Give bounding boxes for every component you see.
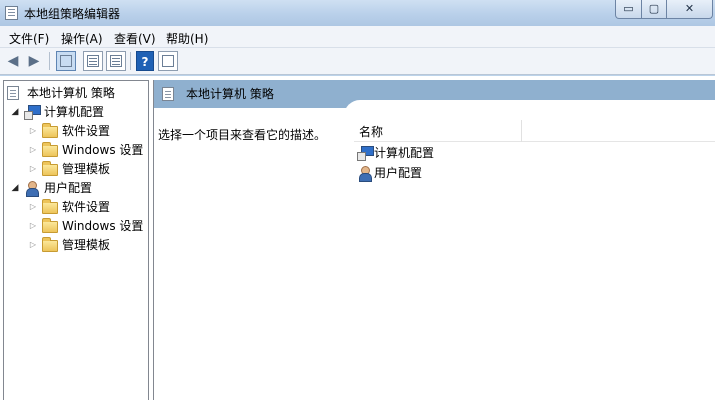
show-hide-tree-button[interactable] xyxy=(56,51,76,71)
computer-icon xyxy=(357,146,374,161)
collapsed-arrow-icon[interactable]: ▷ xyxy=(28,160,38,178)
menu-action[interactable]: 操作(A) xyxy=(61,30,103,47)
column-header-name[interactable]: 名称 xyxy=(359,123,383,140)
user-icon xyxy=(357,166,373,182)
collapsed-arrow-icon[interactable]: ▷ xyxy=(28,198,38,216)
policy-document-icon xyxy=(162,87,174,101)
toolbar: ◀ ▶ ? xyxy=(0,48,715,75)
menu-bar: 文件(F) 操作(A) 查看(V) 帮助(H) xyxy=(0,26,715,48)
maximize-button[interactable]: ▢ xyxy=(641,0,667,19)
minimize-button[interactable]: ▭ xyxy=(615,0,642,19)
column-header-bar: 名称 xyxy=(354,120,715,142)
details-header-title: 本地计算机 策略 xyxy=(186,87,274,101)
help-button[interactable]: ? xyxy=(136,51,154,71)
tree-pane-icon xyxy=(60,55,72,67)
toolbar-separator xyxy=(130,52,131,70)
computer-icon xyxy=(24,105,41,120)
folder-icon xyxy=(42,123,58,138)
console-tree: 本地计算机 策略 ◢ 计算机配置 ▷ 软件设置 ▷ Windows 设置 ▷ 管… xyxy=(3,80,149,400)
details-pane: 本地计算机 策略 选择一个项目来查看它的描述。 名称 计算机配置 用户配置 xyxy=(153,80,715,400)
main-content: 本地计算机 策略 ◢ 计算机配置 ▷ 软件设置 ▷ Windows 设置 ▷ 管… xyxy=(0,76,715,400)
export-icon xyxy=(110,55,122,67)
folder-icon xyxy=(42,237,58,252)
close-button[interactable]: ✕ xyxy=(666,0,713,19)
collapsed-arrow-icon[interactable]: ▷ xyxy=(28,217,38,235)
show-action-pane-button[interactable] xyxy=(158,51,178,71)
toolbar-separator xyxy=(49,52,50,70)
user-icon xyxy=(24,181,40,197)
menu-help[interactable]: 帮助(H) xyxy=(166,30,208,47)
column-divider[interactable] xyxy=(521,120,522,142)
back-arrow-icon[interactable]: ◀ xyxy=(4,51,22,71)
folder-icon xyxy=(42,199,58,214)
collapsed-arrow-icon[interactable]: ▷ xyxy=(28,122,38,140)
title-bar: 本地组策略编辑器 ▭ ▢ ✕ xyxy=(0,0,715,26)
folder-icon xyxy=(42,161,58,176)
list-icon xyxy=(87,55,99,67)
policy-editor-app-icon xyxy=(5,6,18,20)
collapsed-arrow-icon[interactable]: ▷ xyxy=(28,141,38,159)
forward-arrow-icon[interactable]: ▶ xyxy=(25,51,43,71)
properties-button[interactable] xyxy=(83,51,103,71)
action-pane-icon xyxy=(162,55,174,67)
window-title: 本地组策略编辑器 xyxy=(24,7,121,21)
policy-document-icon xyxy=(7,86,19,100)
expanded-arrow-icon[interactable]: ◢ xyxy=(10,179,20,197)
details-body: 选择一个项目来查看它的描述。 名称 计算机配置 用户配置 xyxy=(154,100,715,400)
collapsed-arrow-icon[interactable]: ▷ xyxy=(28,236,38,254)
folder-icon xyxy=(42,218,58,233)
export-list-button[interactable] xyxy=(106,51,126,71)
folder-icon xyxy=(42,142,58,157)
menu-view[interactable]: 查看(V) xyxy=(114,30,156,47)
header-curve xyxy=(344,100,715,120)
menu-file[interactable]: 文件(F) xyxy=(9,30,49,47)
description-text: 选择一个项目来查看它的描述。 xyxy=(158,128,327,142)
expanded-arrow-icon[interactable]: ◢ xyxy=(10,103,20,121)
